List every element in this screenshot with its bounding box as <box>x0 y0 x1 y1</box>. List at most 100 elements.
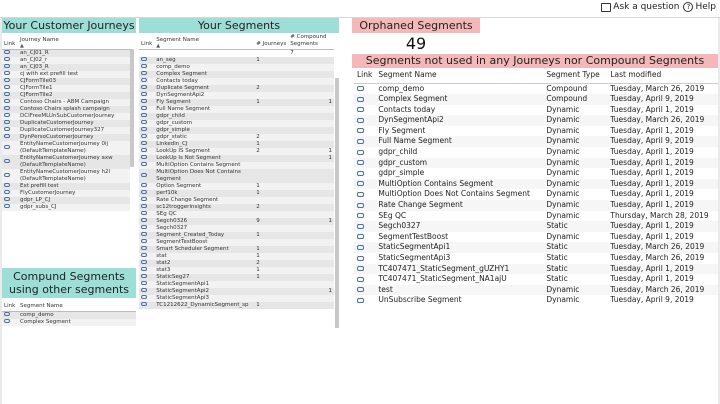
link-cell[interactable] <box>354 115 376 126</box>
table-row[interactable]: Contacts today <box>139 77 334 85</box>
journeys-col-name[interactable]: Journey Name ▲ <box>18 33 130 50</box>
link-cell[interactable] <box>354 263 376 275</box>
link-cell[interactable] <box>2 91 18 99</box>
compound-col-link[interactable]: Link <box>2 299 18 312</box>
table-row[interactable]: UnSubscribe Segment Dynamic Tuesday, April… <box>354 295 718 306</box>
link-cell[interactable] <box>139 77 155 85</box>
table-row[interactable]: Segment_Created_Today 1 <box>139 231 334 239</box>
table-row[interactable]: gdpr_simple Dynamic Tuesday, April 1, 2019 <box>354 168 718 179</box>
table-row[interactable]: EntityNameCustomerJourney 0ij (DefaultTe… <box>2 140 130 155</box>
table-row[interactable]: Ext prefill test <box>2 182 130 190</box>
link-cell[interactable] <box>354 105 375 116</box>
table-row[interactable]: Full Name Segment Dynamic Tuesday, April 9… <box>354 136 718 148</box>
link-cell[interactable] <box>2 196 18 204</box>
link-cell[interactable] <box>354 295 375 306</box>
unused-col-link[interactable]: Link <box>354 69 376 84</box>
link-cell[interactable] <box>354 211 375 222</box>
link-cell[interactable] <box>354 126 375 137</box>
table-row[interactable]: Full Name Segment <box>139 105 334 113</box>
table-row[interactable]: LookUp Is Not Segment 1 <box>139 154 334 162</box>
segments-col-link[interactable]: Link <box>139 33 155 50</box>
link-cell[interactable] <box>139 182 155 190</box>
link-cell[interactable] <box>139 112 155 120</box>
journeys-scrollbar[interactable] <box>130 49 134 167</box>
table-row[interactable]: cj with ext prefill test <box>2 70 130 78</box>
table-row[interactable]: TC407471_StaticSegment_NA1ajU Static Tuesd… <box>354 274 718 285</box>
table-row[interactable]: EntityNameCustomerJourney axw (DefaultTe… <box>2 154 130 169</box>
link-cell[interactable] <box>2 140 18 155</box>
table-row[interactable]: Fly Segment Dynamic Tuesday, April 1, 2019 <box>354 126 718 137</box>
compound-col-name[interactable]: Segment Name <box>18 299 136 312</box>
table-row[interactable]: EntityNameCustomerJourney h2l (DefaultTe… <box>2 168 130 183</box>
table-row[interactable]: Segch0327 <box>139 224 334 232</box>
link-cell[interactable] <box>354 147 375 158</box>
table-row[interactable]: stat3 1 <box>139 266 334 274</box>
table-row[interactable]: DuplicateCustomerJourney <box>2 119 130 127</box>
link-cell[interactable] <box>139 70 155 78</box>
table-row[interactable]: comp_demo Compound Tuesday, March 26, 2019 <box>354 83 718 94</box>
link-cell[interactable] <box>2 119 18 127</box>
link-cell[interactable] <box>139 231 155 239</box>
table-row[interactable]: gdpr_simple <box>139 126 334 134</box>
table-row[interactable]: comp_demo <box>2 311 136 319</box>
table-row[interactable]: stat 1 <box>139 252 334 260</box>
link-cell[interactable] <box>139 224 155 232</box>
table-row[interactable]: TC1212622_DynamicSegment_sp 1 <box>139 301 334 309</box>
journeys-col-link[interactable]: Link <box>2 33 18 50</box>
link-cell[interactable] <box>139 280 155 288</box>
table-row[interactable]: Option Segment 1 <box>139 182 334 190</box>
table-row[interactable]: an_seg 1 <box>139 56 334 64</box>
table-row[interactable]: gdpr_child Dynamic Tuesday, April 1, 2019 <box>354 147 718 158</box>
link-cell[interactable] <box>354 157 376 169</box>
table-row[interactable]: Contoso Chairs splash campaign <box>2 105 130 113</box>
link-cell[interactable] <box>2 182 18 190</box>
link-cell[interactable] <box>139 140 155 148</box>
link-cell[interactable] <box>354 136 376 148</box>
segments-scrollbar[interactable] <box>335 78 339 328</box>
unused-col-name[interactable]: Segment Name <box>375 69 544 84</box>
link-cell[interactable] <box>139 245 155 253</box>
link-cell[interactable] <box>2 318 18 326</box>
table-row[interactable]: CJFormTile03 <box>2 77 130 85</box>
link-cell[interactable] <box>139 196 155 204</box>
link-cell[interactable] <box>139 238 155 246</box>
table-row[interactable]: LookUp IS Segment 2 1 <box>139 147 334 155</box>
link-cell[interactable] <box>2 56 18 64</box>
link-cell[interactable] <box>139 259 155 267</box>
link-cell[interactable] <box>2 84 18 92</box>
table-row[interactable]: Complex Segment <box>2 318 136 326</box>
link-cell[interactable] <box>354 232 375 243</box>
table-row[interactable]: DynSegmentApi2 <box>139 91 334 99</box>
table-row[interactable]: MultiOption Does Not Contains Segment Dyn… <box>354 189 718 200</box>
link-cell[interactable] <box>2 311 18 319</box>
link-cell[interactable] <box>139 203 155 211</box>
table-row[interactable]: test Dynamic Tuesday, March 26, 2019 <box>354 284 718 296</box>
table-row[interactable]: StaticSegmentApi1 <box>139 280 334 288</box>
unused-col-type[interactable]: Segment Type <box>543 69 608 84</box>
help-button[interactable]: ? Help <box>683 2 716 12</box>
table-row[interactable]: StaticSegmentApi1 Static Tuesday, March 26… <box>354 242 718 253</box>
link-cell[interactable] <box>2 77 18 85</box>
table-row[interactable]: SEg QC <box>139 210 334 218</box>
link-cell[interactable] <box>139 98 155 106</box>
table-row[interactable]: Duplicate Segment 2 <box>139 84 334 92</box>
table-row[interactable]: Contacts today Dynamic Tuesday, April 1, 2… <box>354 105 718 116</box>
link-cell[interactable] <box>354 284 376 296</box>
table-row[interactable]: SegmentTestBoost Dynamic Tuesday, April 1,… <box>354 232 718 243</box>
table-row[interactable]: Fly Segment 1 1 <box>139 98 334 106</box>
link-cell[interactable] <box>354 189 375 200</box>
segments-col-name[interactable]: Segment Name ▲ <box>154 33 255 50</box>
table-row[interactable]: StaticSegmentApi2 1 <box>139 287 334 295</box>
table-row[interactable]: MultiOption Contains Segment Dynamic Tuesd… <box>354 178 718 190</box>
link-cell[interactable] <box>139 217 155 225</box>
link-cell[interactable] <box>2 63 18 71</box>
table-row[interactable]: Complex Segment <box>139 70 334 78</box>
table-row[interactable]: DynPersoCustomerJourney <box>2 133 130 141</box>
table-row[interactable]: SEg QC Dynamic Thursday, March 28, 2019 <box>354 211 718 222</box>
table-row[interactable]: Segch0326 9 1 <box>139 217 334 225</box>
table-row[interactable]: gdpr_custom Dynamic Tuesday, April 1, 2019 <box>354 157 718 169</box>
table-row[interactable]: gdpr_subs_CJ <box>2 203 130 211</box>
table-row[interactable]: Rate Change Segment Dynamic Tuesday, April… <box>354 200 718 211</box>
link-cell[interactable] <box>354 200 376 211</box>
table-row[interactable]: gdpr_static 2 <box>139 133 334 141</box>
